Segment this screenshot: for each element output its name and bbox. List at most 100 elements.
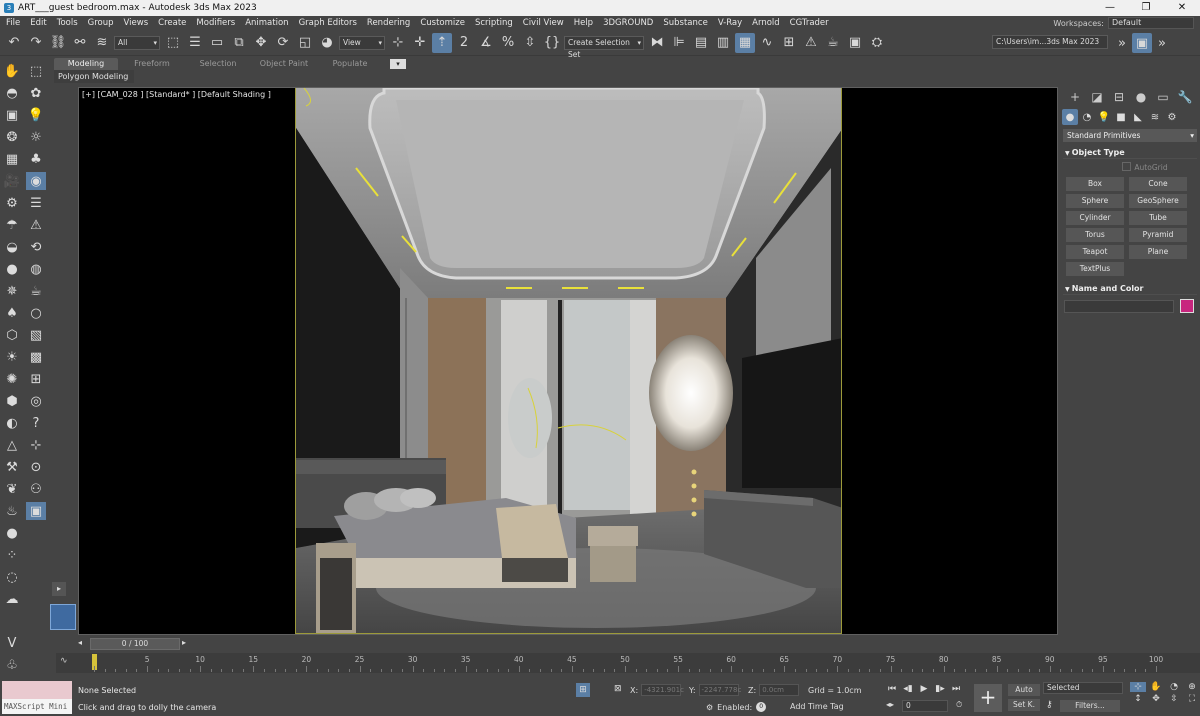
save-icon[interactable]: ▣ (1132, 33, 1152, 53)
pan-icon[interactable]: ✥ (1148, 694, 1164, 704)
umbrella-icon[interactable]: ☂ (2, 216, 22, 234)
bind-space-warp-icon[interactable]: ≋ (92, 33, 112, 53)
help-icon[interactable]: ? (26, 414, 46, 432)
previous-key-icon[interactable]: ◂▮ (900, 684, 916, 694)
workspaces-dropdown[interactable]: Default (1108, 17, 1194, 29)
dome-icon[interactable]: ◒ (2, 238, 22, 256)
select-by-name-icon[interactable]: ☰ (185, 33, 205, 53)
menu-scripting[interactable]: Scripting (475, 18, 513, 28)
cloud-icon[interactable]: ☁ (2, 590, 22, 608)
rotate-icon[interactable]: ⟳ (273, 33, 293, 53)
place-icon[interactable]: ◕ (317, 33, 337, 53)
timeline-ruler[interactable]: 5 10 15 20 25 30 35 40 45 50 55 60 65 70 75 80 85 90 95 100 (92, 653, 1163, 673)
textplus-button[interactable]: TextPlus (1066, 262, 1124, 276)
maximize-viewport-icon[interactable]: ⛶ (1184, 694, 1200, 704)
menu-customize[interactable]: Customize (420, 18, 465, 28)
create-icon[interactable]: ✋ (2, 62, 22, 80)
sphere-button[interactable]: Sphere (1066, 194, 1124, 208)
menu-substance[interactable]: Substance (663, 18, 707, 28)
tube-button[interactable]: Tube (1129, 211, 1187, 225)
menu-edit[interactable]: Edit (30, 18, 46, 28)
rectangular-selection-icon[interactable]: ▭ (207, 33, 227, 53)
unlink-icon[interactable]: ⚯ (70, 33, 90, 53)
geometry-icon[interactable]: ● (1062, 109, 1078, 125)
sphere-icon[interactable]: ◓ (2, 84, 22, 102)
curve-editor-icon[interactable]: ∿ (757, 33, 777, 53)
z-field[interactable]: 0.0cm (759, 684, 800, 696)
toggle-ribbon-icon[interactable]: ▦ (735, 32, 755, 53)
space-warps-icon[interactable]: ≋ (1147, 109, 1163, 125)
minimize-button[interactable]: — (1092, 0, 1128, 16)
paint-icon[interactable]: ✿ (26, 84, 46, 102)
pyramid-button[interactable]: Pyramid (1129, 228, 1187, 242)
ribbon-options-icon[interactable]: ▾ (390, 58, 406, 69)
reference-coordinate-dropdown[interactable]: View (339, 35, 385, 50)
next-key-icon[interactable]: ▮▸ (932, 684, 948, 694)
teapot-icon[interactable]: ☕ (26, 282, 46, 300)
menu-graph-editors[interactable]: Graph Editors (299, 18, 357, 28)
go-to-start-icon[interactable]: ⏮ (884, 684, 900, 694)
menu-rendering[interactable]: Rendering (367, 18, 410, 28)
target-icon[interactable]: ⊙ (26, 458, 46, 476)
camera-icon[interactable]: ▣ (2, 106, 22, 124)
geosphere-button[interactable]: GeoSphere (1129, 194, 1187, 208)
render-icon[interactable]: ▦ (2, 150, 22, 168)
zoom-icon[interactable]: ⊹ (1130, 682, 1146, 692)
orbit-icon[interactable]: ◔ (1166, 682, 1182, 692)
ball-icon[interactable]: ● (2, 524, 22, 542)
play-icon[interactable]: ▶ (916, 684, 932, 694)
viewport-label[interactable]: [+] [CAM_028 ] [Standard* ] [Default Sha… (82, 90, 271, 99)
video-camera-icon[interactable]: 🎥 (2, 172, 22, 190)
previous-frame-arrow-icon[interactable]: ◂ (78, 638, 82, 647)
tools-icon[interactable]: ⚒ (2, 458, 22, 476)
tab-freeform[interactable]: Freeform (120, 58, 184, 70)
time-slider-handle[interactable]: 0 / 100 (90, 638, 180, 650)
cameras-icon[interactable]: ■ (1113, 109, 1129, 125)
link-icon[interactable]: ⛓ (48, 33, 68, 53)
dolly-icon[interactable]: ⇳ (1166, 694, 1182, 704)
pivot-icon[interactable]: ⊹ (388, 33, 408, 53)
track-bar[interactable]: ∿ 5 10 15 20 25 30 35 40 45 50 55 60 65 70 75 80 85 90 95 1… (56, 653, 1200, 673)
cone-button[interactable]: Cone (1129, 177, 1187, 191)
close-button[interactable]: ✕ (1164, 0, 1200, 16)
menu-create[interactable]: Create (158, 18, 186, 28)
maxscript-listener[interactable]: MAXScript Mini (2, 681, 72, 714)
orb-icon[interactable]: ● (2, 260, 22, 278)
redo-icon[interactable]: ↷ (26, 33, 46, 53)
lamp-icon[interactable]: ♠ (2, 304, 22, 322)
dots-icon[interactable]: ⁘ (2, 546, 22, 564)
leaf-icon[interactable]: ◐ (2, 414, 22, 432)
teapot-button[interactable]: Teapot (1066, 245, 1124, 259)
name-and-color-rollout[interactable]: Name and Color (1063, 283, 1197, 295)
restore-button[interactable]: ❐ (1128, 0, 1164, 16)
autogrid-checkbox[interactable]: AutoGrid (1090, 161, 1200, 175)
menu-help[interactable]: Help (574, 18, 593, 28)
tab-object-paint[interactable]: Object Paint (252, 58, 316, 70)
project-path-dropdown[interactable]: C:\Users\im...3ds Max 2023 (992, 35, 1108, 49)
plant-icon[interactable]: ❦ (2, 480, 22, 498)
refresh-icon[interactable]: ⟲ (26, 238, 46, 256)
tree-icon[interactable]: ♣ (26, 150, 46, 168)
move-icon[interactable]: ✥ (251, 33, 271, 53)
auto-key-button[interactable]: Auto (1008, 684, 1040, 696)
object-type-rollout[interactable]: Object Type (1063, 147, 1197, 159)
menu-civil-view[interactable]: Civil View (523, 18, 564, 28)
add-time-tag[interactable]: Add Time Tag (790, 702, 844, 711)
material-icon[interactable]: ◉ (26, 172, 46, 190)
eye-icon[interactable]: ◎ (26, 392, 46, 410)
display-tab-icon[interactable]: ▭ (1152, 88, 1174, 106)
schematic-view-icon[interactable]: ⊞ (779, 33, 799, 53)
tab-selection[interactable]: Selection (186, 58, 250, 70)
burst-icon[interactable]: ✺ (2, 370, 22, 388)
lights-icon[interactable]: 💡 (1096, 109, 1112, 125)
adaptive-degradation-icon[interactable]: ⚙ (706, 703, 713, 712)
align-icon[interactable]: ⊫ (669, 33, 689, 53)
angle-snap-icon[interactable]: ∡ (476, 33, 496, 53)
set-key-icon[interactable]: + (974, 684, 1002, 712)
zoom-all-icon[interactable]: ✋ (1148, 682, 1164, 692)
panel-icon[interactable]: ▧ (26, 326, 46, 344)
tree-small-icon[interactable]: ♧ (2, 656, 22, 674)
key-mode-icon[interactable]: ◂▸ (886, 700, 894, 709)
globe-icon[interactable]: ◍ (26, 260, 46, 278)
helpers-icon[interactable]: ◣ (1130, 109, 1146, 125)
